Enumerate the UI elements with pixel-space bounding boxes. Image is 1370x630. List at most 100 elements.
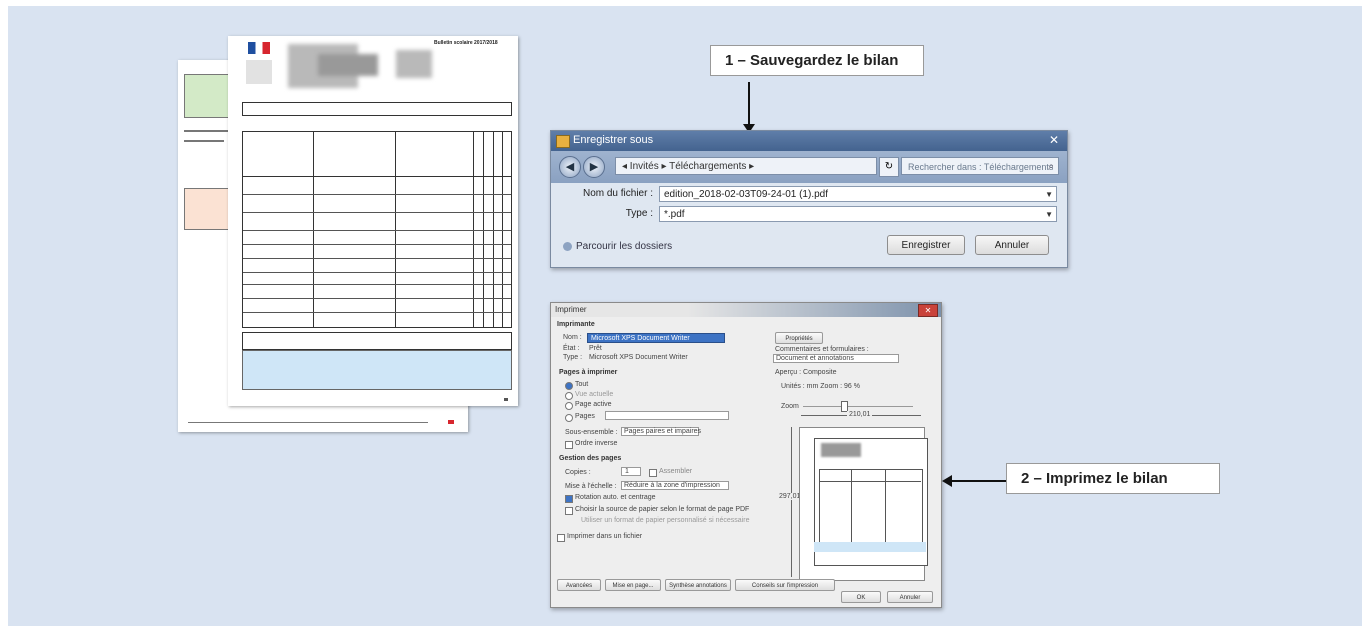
scaling-label: Mise à l'échelle : bbox=[565, 483, 617, 490]
blue-section bbox=[242, 350, 512, 390]
chevron-down-icon[interactable]: ▼ bbox=[1045, 187, 1053, 203]
subset-select[interactable]: Pages paires et impaires bbox=[621, 427, 702, 436]
comments-select[interactable]: Document et annotations bbox=[773, 354, 899, 363]
current-page-radio[interactable] bbox=[565, 402, 573, 410]
browse-folders-label: Parcourir les dossiers bbox=[576, 241, 673, 252]
pages-radio[interactable] bbox=[565, 414, 573, 422]
page-setup-button[interactable]: Mise en page... bbox=[605, 579, 661, 591]
print-preview bbox=[799, 427, 928, 581]
title-box bbox=[242, 102, 512, 116]
forward-button[interactable]: ▶ bbox=[583, 156, 605, 178]
table-row bbox=[243, 272, 511, 273]
folder-icon bbox=[556, 135, 570, 148]
refresh-icon[interactable]: ↻ bbox=[879, 157, 899, 177]
preview-row bbox=[819, 481, 921, 482]
browse-folders-toggle[interactable]: Parcourir les dossiers bbox=[563, 241, 672, 252]
pages-input[interactable] bbox=[605, 411, 729, 420]
handling-section-title: Gestion des pages bbox=[559, 455, 622, 462]
close-icon[interactable]: ✕ bbox=[918, 304, 938, 317]
copies-input[interactable]: 1 bbox=[621, 467, 641, 476]
back-button[interactable]: ◀ bbox=[559, 156, 581, 178]
status-value: Prêt bbox=[589, 345, 602, 352]
close-icon[interactable]: ✕ bbox=[1049, 133, 1059, 147]
preview-blue-section bbox=[814, 542, 926, 552]
type-value: Microsoft XPS Document Writer bbox=[589, 354, 688, 361]
comments-box bbox=[242, 332, 512, 350]
current-page-label: Page active bbox=[575, 401, 612, 408]
filename-label: Nom du fichier : bbox=[582, 188, 653, 199]
document-title: Bulletin scolaire 2017/2018 bbox=[434, 40, 498, 46]
autorotate-label: Rotation auto. et centrage bbox=[575, 494, 656, 501]
text-line bbox=[184, 130, 232, 132]
save-dialog-body: Nom du fichier : edition_2018-02-03T09-2… bbox=[551, 183, 1067, 267]
grades-table bbox=[242, 131, 512, 328]
print-dialog: Imprimer ✕ Imprimante Nom : Microsoft XP… bbox=[550, 302, 942, 608]
table-row bbox=[243, 230, 511, 231]
arrow-left bbox=[952, 480, 1006, 482]
save-dialog-navbar: ◀ ▶ ◂ Invités ▸ Téléchargements ▸ ↻ Rech… bbox=[551, 151, 1067, 183]
print-dialog-titlebar[interactable]: Imprimer ✕ bbox=[551, 303, 941, 317]
search-placeholder: Rechercher dans : Téléchargements bbox=[908, 162, 1054, 172]
cancel-button[interactable]: Annuler bbox=[887, 591, 933, 603]
subset-label: Sous-ensemble : bbox=[565, 429, 618, 436]
printer-section-title: Imprimante bbox=[557, 321, 595, 328]
reverse-checkbox[interactable] bbox=[565, 441, 573, 449]
save-dialog-titlebar[interactable]: Enregistrer sous ✕ bbox=[551, 131, 1067, 151]
all-pages-label: Tout bbox=[575, 381, 589, 388]
preview-width: 210,01 bbox=[847, 411, 873, 418]
report-page-front: Bulletin scolaire 2017/2018 bbox=[228, 36, 518, 406]
print-to-file-checkbox[interactable] bbox=[557, 534, 565, 542]
page-mark bbox=[504, 398, 508, 401]
type-value: *.pdf bbox=[664, 209, 685, 220]
printer-select[interactable]: Microsoft XPS Document Writer bbox=[587, 333, 725, 343]
reverse-label: Ordre inverse bbox=[575, 440, 618, 447]
table-row bbox=[243, 244, 511, 245]
subset-value: Pages paires et impaires bbox=[624, 428, 702, 435]
type-select[interactable]: *.pdf ▼ bbox=[659, 206, 1057, 222]
comments-label: Commentaires et formulaires : bbox=[775, 346, 869, 353]
collate-label: Assembler bbox=[659, 468, 693, 475]
properties-button[interactable]: Propriétés bbox=[775, 332, 823, 344]
scaling-select[interactable]: Réduire à la zone d'impression bbox=[621, 481, 729, 490]
print-to-file-label: Imprimer dans un fichier bbox=[567, 533, 643, 540]
printing-tips-button[interactable]: Conseils sur l'impression bbox=[735, 579, 835, 591]
advanced-button[interactable]: Avancées bbox=[557, 579, 601, 591]
expand-icon bbox=[563, 241, 572, 251]
text-line bbox=[184, 140, 224, 142]
cancel-button[interactable]: Annuler bbox=[975, 235, 1049, 255]
current-view-label: Vue actuelle bbox=[575, 391, 614, 398]
collate-checkbox[interactable] bbox=[649, 469, 657, 477]
footer-line bbox=[188, 422, 428, 423]
copies-label: Copies : bbox=[565, 469, 591, 476]
ok-button[interactable]: OK bbox=[841, 591, 881, 603]
preview-header bbox=[821, 443, 861, 457]
address-bar[interactable]: ◂ Invités ▸ Téléchargements ▸ bbox=[615, 157, 877, 175]
step2-caption: 2 – Imprimez le bilan bbox=[1006, 463, 1220, 494]
table-row bbox=[243, 212, 511, 213]
summarize-button[interactable]: Synthèse annotations bbox=[665, 579, 731, 591]
preview-section-title: Aperçu : Composite bbox=[775, 369, 837, 376]
chevron-down-icon[interactable]: ▼ bbox=[1045, 207, 1053, 223]
table-row bbox=[243, 258, 511, 259]
paper-source-checkbox[interactable] bbox=[565, 507, 573, 515]
search-input[interactable]: Rechercher dans : Téléchargements ⌕ bbox=[901, 157, 1059, 175]
blurred-identity bbox=[396, 50, 432, 78]
pages-label: Pages bbox=[575, 413, 595, 420]
table-row bbox=[243, 298, 511, 299]
custom-paper-label: Utiliser un format de papier personnalis… bbox=[581, 517, 750, 524]
copies-value: 1 bbox=[625, 468, 629, 475]
zoom-slider-track bbox=[803, 406, 913, 407]
arrow-down bbox=[748, 82, 750, 126]
save-button[interactable]: Enregistrer bbox=[887, 235, 965, 255]
arrow-left-head bbox=[942, 475, 952, 487]
all-pages-radio[interactable] bbox=[565, 382, 573, 390]
table-row bbox=[243, 284, 511, 285]
save-dialog-title: Enregistrer sous bbox=[573, 134, 654, 146]
preview-height: 297,01 bbox=[779, 493, 801, 500]
printer-name-label: Nom : bbox=[563, 334, 582, 341]
current-view-radio[interactable] bbox=[565, 392, 573, 400]
print-dialog-title: Imprimer bbox=[555, 305, 587, 314]
preview-col bbox=[885, 469, 886, 545]
autorotate-checkbox[interactable] bbox=[565, 495, 573, 503]
filename-field[interactable]: edition_2018-02-03T09-24-01 (1).pdf ▼ bbox=[659, 186, 1057, 202]
